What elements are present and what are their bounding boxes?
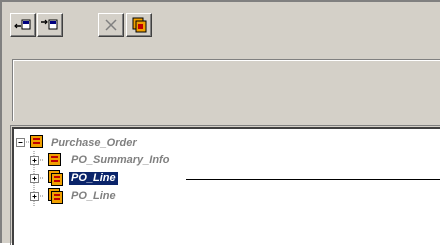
copy-button[interactable] <box>126 13 152 37</box>
plus-icon <box>32 194 37 199</box>
arrow-left-block-icon <box>14 19 31 30</box>
minus-icon <box>18 142 23 143</box>
callout-line <box>186 179 440 180</box>
x-delete-icon <box>105 19 117 31</box>
tree-view[interactable]: Purchase_Order PO_Summary_Info PO_Line P… <box>12 127 440 245</box>
expand-toggle[interactable] <box>30 174 39 183</box>
plus-icon <box>32 158 37 163</box>
tree-node-label[interactable]: PO_Line <box>71 190 116 203</box>
stacked-pages-icon <box>132 17 147 33</box>
tree-node-label-selected[interactable]: PO_Line <box>69 172 118 185</box>
tree-node-label[interactable]: PO_Summary_Info <box>71 154 169 167</box>
move-right-button[interactable] <box>37 13 63 37</box>
editor-panel: Purchase_Order PO_Summary_Info PO_Line P… <box>0 0 440 245</box>
properties-area <box>12 59 440 121</box>
repeating-element-icon <box>48 188 63 204</box>
delete-button[interactable] <box>98 13 124 37</box>
element-folder-icon <box>48 153 61 166</box>
plus-icon <box>32 176 37 181</box>
arrow-right-block-icon <box>41 19 58 30</box>
repeating-element-icon <box>48 170 63 186</box>
expand-toggle[interactable] <box>30 156 39 165</box>
tree-node-root-label[interactable]: Purchase_Order <box>51 137 137 150</box>
expand-toggle[interactable] <box>30 192 39 201</box>
element-folder-icon <box>30 135 43 148</box>
collapse-toggle[interactable] <box>16 138 25 147</box>
move-left-button[interactable] <box>10 13 36 37</box>
